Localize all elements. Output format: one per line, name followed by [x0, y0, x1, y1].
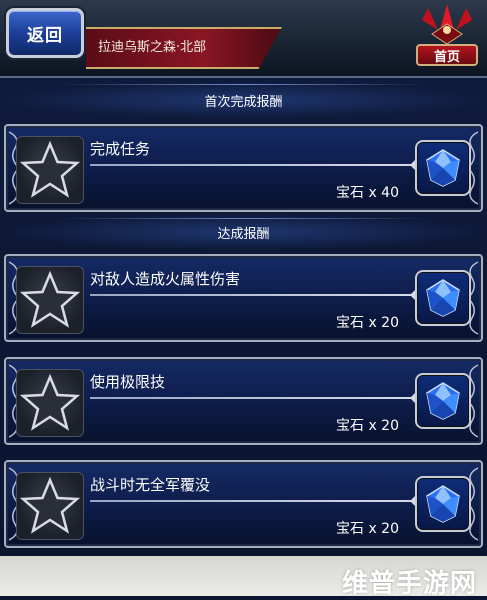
star-slot [16, 266, 84, 334]
star-icon [20, 270, 80, 328]
mission-title: 完成任务 [90, 140, 151, 158]
home-button[interactable]: 首页 [416, 44, 478, 66]
star-icon [20, 373, 80, 431]
star-slot [16, 369, 84, 437]
reward-text: 宝石 x 20 [336, 521, 399, 537]
mission-divider [90, 164, 416, 166]
reward-text: 宝石 x 20 [336, 315, 399, 331]
location-title: 拉迪乌斯之森·北部 [98, 40, 207, 55]
mission-divider [90, 294, 416, 296]
reward-text: 宝石 x 20 [336, 418, 399, 434]
mission-card: 对敌人造成火属性伤害 宝石 x 20 [4, 254, 483, 342]
reward-gem-slot[interactable] [415, 140, 471, 196]
mission-title: 使用极限技 [90, 373, 166, 391]
gem-icon [426, 382, 460, 420]
section-header-achievement: 达成报酬 [0, 214, 487, 250]
reward-gem-slot[interactable] [415, 476, 471, 532]
back-button[interactable]: 返回 [6, 8, 84, 58]
watermark: 维普手游网 [341, 569, 477, 599]
gem-icon [426, 485, 460, 523]
star-slot [16, 136, 84, 204]
mission-title: 对敌人造成火属性伤害 [90, 270, 241, 288]
reward-gem-slot[interactable] [415, 373, 471, 429]
mission-divider [90, 500, 416, 502]
gem-icon [426, 279, 460, 317]
section-header-first-clear: 首次完成报酬 [0, 82, 487, 118]
mission-card: 完成任务 宝石 x 40 [4, 124, 483, 212]
mission-title: 战斗时无全军覆没 [90, 476, 211, 494]
mission-card: 使用极限技 宝石 x 20 [4, 357, 483, 445]
reward-gem-slot[interactable] [415, 270, 471, 326]
reward-text: 宝石 x 40 [336, 185, 399, 201]
gem-icon [426, 149, 460, 187]
star-icon [20, 140, 80, 198]
star-slot [16, 472, 84, 540]
star-icon [20, 476, 80, 534]
mission-card: 战斗时无全军覆没 宝石 x 20 [4, 460, 483, 548]
mission-divider [90, 397, 416, 399]
